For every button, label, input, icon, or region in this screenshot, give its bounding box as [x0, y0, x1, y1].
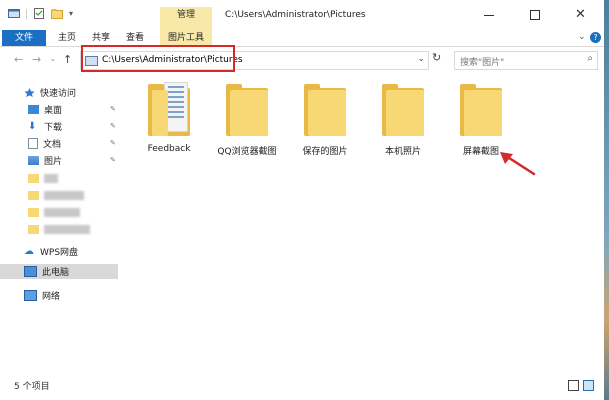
blurred-label [44, 225, 90, 234]
search-icon[interactable]: ⌕ [587, 53, 593, 64]
pin-icon: ✎ [110, 105, 116, 113]
sidebar-item-quick-access[interactable]: 快速访问 [24, 85, 76, 100]
folder-item-saved-pictures[interactable]: 保存的图片 [290, 82, 360, 157]
search-placeholder[interactable]: 搜索"图片" [460, 55, 504, 68]
cloud-icon: ☁ [24, 246, 34, 257]
sidebar-item-blurred[interactable] [28, 205, 80, 220]
folder-name: Feedback [147, 144, 191, 154]
toolbar-divider [26, 8, 27, 19]
sidebar-item-blurred[interactable] [28, 188, 84, 203]
navigation-pane: 快速访问 桌面 ✎ ⬇ 下载 ✎ 文档 ✎ 图片 ✎ ☁ WPS网盘 此电脑 网… [0, 76, 126, 366]
pictures-icon [28, 156, 39, 165]
window-title: C:\Users\Administrator\Pictures [225, 10, 366, 20]
minimize-icon [484, 15, 494, 16]
folder-item-feedback[interactable]: Feedback [134, 82, 204, 154]
folder-name: QQ浏览器截图 [217, 147, 277, 157]
pin-icon: ✎ [110, 122, 116, 130]
sidebar-item-desktop[interactable]: 桌面 [28, 102, 62, 117]
details-view-icon[interactable] [568, 380, 579, 391]
blurred-label [44, 191, 84, 200]
file-list: Feedback QQ浏览器截图 保存的图片 本机照片 屏幕截图 [126, 76, 604, 372]
manage-context-tab[interactable]: 管理 [160, 7, 212, 24]
folder-item-screenshots[interactable]: 屏幕截图 [446, 82, 516, 157]
sidebar-item-wps[interactable]: ☁ WPS网盘 [24, 244, 78, 259]
help-icon[interactable]: ? [590, 32, 601, 43]
recent-locations-icon[interactable]: ⌄ [50, 55, 56, 63]
quick-access-toolbar: ▾ [8, 8, 73, 19]
sidebar-item-downloads[interactable]: ⬇ 下载 [28, 119, 62, 134]
folder-icon [304, 82, 346, 136]
window-icon [8, 9, 20, 18]
sidebar-item-documents[interactable]: 文档 [28, 136, 61, 151]
sidebar-label: 图片 [44, 157, 63, 167]
refresh-icon[interactable]: ↻ [432, 51, 441, 64]
minimize-button[interactable] [466, 0, 512, 30]
computer-icon [24, 266, 37, 277]
item-count: 5 个项目 [14, 382, 50, 392]
tab-picture-tools[interactable]: 图片工具 [160, 30, 212, 46]
folder-icon [460, 82, 502, 136]
new-folder-icon[interactable] [51, 8, 63, 19]
back-button[interactable]: ← [14, 53, 23, 66]
sidebar-item-blurred[interactable] [28, 171, 58, 186]
desktop-edge [604, 0, 609, 400]
tab-view[interactable]: 查看 [122, 30, 148, 46]
folder-name: 本机照片 [384, 147, 421, 157]
folder-icon [226, 82, 268, 136]
annotation-arrow [500, 152, 536, 176]
expand-ribbon-icon[interactable]: ⌄ [578, 32, 586, 42]
maximize-button[interactable] [512, 0, 558, 30]
folder-icon [28, 191, 39, 200]
blurred-label [44, 174, 58, 183]
up-button[interactable]: ↑ [63, 53, 72, 66]
sidebar-label: 文档 [43, 140, 62, 150]
sidebar-label: WPS网盘 [40, 248, 79, 258]
folder-item-qq-screenshots[interactable]: QQ浏览器截图 [212, 82, 282, 157]
folder-icon [28, 225, 39, 234]
forward-button[interactable]: → [32, 53, 41, 66]
close-icon: ✕ [575, 7, 586, 22]
sidebar-label: 网络 [42, 292, 61, 302]
properties-icon[interactable] [33, 8, 45, 19]
sidebar-item-network[interactable]: 网络 [24, 288, 60, 303]
window-controls: ✕ [466, 0, 604, 30]
maximize-icon [530, 10, 540, 20]
folder-icon [28, 208, 39, 217]
folder-icon [28, 174, 39, 183]
title-bar: ▾ 管理 C:\Users\Administrator\Pictures ✕ [0, 0, 604, 30]
address-highlight-box [81, 45, 235, 72]
folder-with-documents-icon [148, 82, 190, 136]
search-box[interactable]: 搜索"图片" ⌕ [454, 51, 598, 70]
tab-home[interactable]: 主页 [54, 30, 80, 46]
folder-icon [382, 82, 424, 136]
customize-toolbar-icon[interactable]: ▾ [69, 9, 73, 18]
document-icon [28, 138, 38, 149]
blurred-label [44, 208, 80, 217]
sidebar-item-pictures[interactable]: 图片 [28, 153, 62, 168]
folder-item-camera-roll[interactable]: 本机照片 [368, 82, 438, 157]
status-bar: 5 个项目 [0, 372, 604, 400]
sidebar-label: 此电脑 [42, 268, 70, 278]
pin-icon: ✎ [110, 139, 116, 147]
folder-name: 保存的图片 [302, 147, 348, 157]
download-icon: ⬇ [28, 121, 37, 132]
tab-share[interactable]: 共享 [88, 30, 114, 46]
large-icons-view-icon[interactable] [583, 380, 594, 391]
sidebar-item-this-pc[interactable]: 此电脑 [0, 264, 118, 279]
star-icon [24, 88, 35, 97]
explorer-window: ▾ 管理 C:\Users\Administrator\Pictures ✕ 文… [0, 0, 604, 400]
pin-icon: ✎ [110, 156, 116, 164]
sidebar-label: 快速访问 [40, 89, 77, 99]
sidebar-item-blurred[interactable] [28, 222, 90, 237]
sidebar-label: 下载 [44, 123, 63, 133]
tab-file[interactable]: 文件 [2, 30, 46, 46]
sidebar-label: 桌面 [44, 106, 63, 116]
desktop-icon [28, 105, 39, 114]
network-icon [24, 290, 37, 301]
view-toggle [568, 380, 594, 391]
address-dropdown-icon[interactable]: ⌄ [417, 54, 425, 64]
close-button[interactable]: ✕ [558, 0, 604, 30]
